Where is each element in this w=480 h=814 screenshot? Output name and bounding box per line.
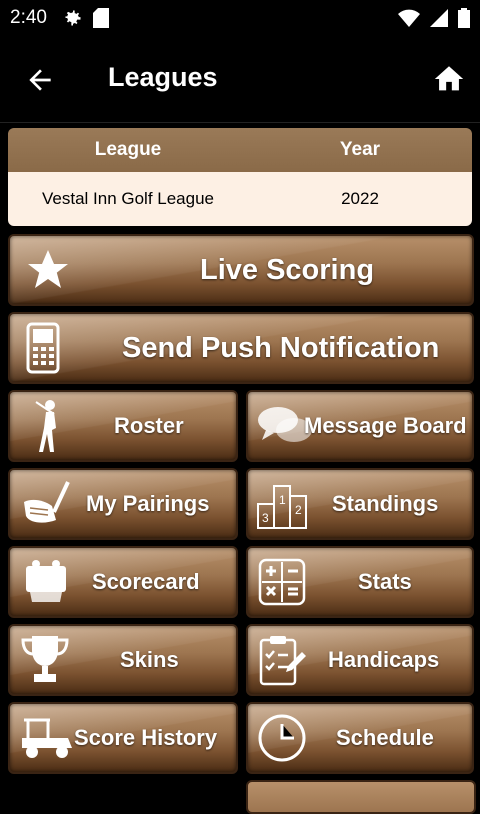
scorecard-label: Scorecard <box>92 569 200 594</box>
clock-icon <box>258 714 306 762</box>
back-arrow-icon[interactable] <box>24 64 56 96</box>
my-pairings-button[interactable]: My Pairings <box>8 468 238 540</box>
live-scoring-label: Live Scoring <box>200 253 375 286</box>
roster-label: Roster <box>114 413 184 438</box>
roster-button[interactable]: Roster <box>8 390 238 462</box>
golf-club-icon <box>24 481 70 523</box>
skins-label: Skins <box>120 647 179 672</box>
calculator-icon <box>258 558 306 606</box>
league-year-cell: 2022 <box>341 189 379 208</box>
phone-icon <box>26 322 60 374</box>
league-name-cell: Vestal Inn Golf League <box>41 189 215 208</box>
trophy-icon <box>21 636 69 682</box>
star-icon <box>28 250 68 288</box>
next-menu-button-partial[interactable] <box>246 780 476 814</box>
league-column-header: League <box>94 139 162 160</box>
score-history-label: Score History <box>74 725 218 750</box>
svg-text:2: 2 <box>295 503 302 517</box>
app-bar: Leagues <box>0 36 480 123</box>
schedule-label: Schedule <box>336 725 434 750</box>
table-row[interactable]: Vestal Inn Golf League 2022 <box>8 172 472 226</box>
skins-button[interactable]: Skins <box>8 624 238 696</box>
league-table-header: League Year <box>8 128 472 172</box>
schedule-button[interactable]: Schedule <box>246 702 474 774</box>
send-push-notification-button[interactable]: Send Push Notification <box>8 312 474 384</box>
golfer-icon <box>35 400 56 452</box>
standings-button[interactable]: 3 1 2 Standings <box>246 468 474 540</box>
scorecard-icon <box>26 560 66 602</box>
my-pairings-label: My Pairings <box>86 491 210 516</box>
svg-text:1: 1 <box>279 493 286 507</box>
handicaps-button[interactable]: Handicaps <box>246 624 474 696</box>
score-history-button[interactable]: Score History <box>8 702 238 774</box>
stats-label: Stats <box>358 569 412 594</box>
battery-icon <box>458 8 470 28</box>
gear-icon <box>65 10 81 26</box>
sd-card-icon <box>92 8 109 28</box>
send-push-label: Send Push Notification <box>122 331 440 364</box>
wifi-icon <box>398 9 420 27</box>
handicaps-label: Handicaps <box>328 647 440 672</box>
scorecard-button[interactable]: Scorecard <box>8 546 238 618</box>
year-column-header: Year <box>339 139 381 160</box>
home-icon[interactable] <box>432 62 466 96</box>
page-title: Leagues <box>108 62 218 92</box>
status-bar: 2:40 <box>0 0 480 36</box>
checklist-icon <box>259 636 306 686</box>
stats-button[interactable]: Stats <box>246 546 474 618</box>
golf-cart-icon <box>22 718 72 758</box>
message-board-button[interactable]: Message Board <box>246 390 474 462</box>
svg-text:3: 3 <box>262 511 269 525</box>
cell-signal-icon <box>430 9 448 27</box>
podium-icon: 3 1 2 <box>257 485 307 529</box>
status-time: 2:40 <box>10 7 47 28</box>
live-scoring-button[interactable]: Live Scoring <box>8 234 474 306</box>
standings-label: Standings <box>332 491 439 516</box>
league-table: League Year Vestal Inn Golf League 2022 <box>8 128 472 226</box>
message-board-label: Message Board <box>304 413 467 438</box>
